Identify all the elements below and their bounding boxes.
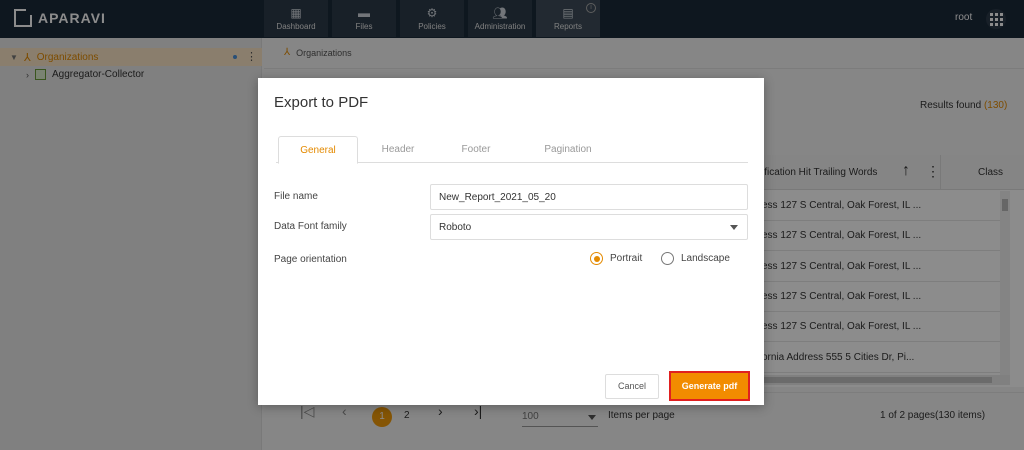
orientation-label: Page orientation	[274, 254, 347, 265]
radio-selected-icon[interactable]	[590, 252, 603, 265]
cancel-button[interactable]: Cancel	[605, 374, 659, 399]
caret-down-icon[interactable]	[730, 225, 738, 230]
export-pdf-dialog: Export to PDF General Header Footer Pagi…	[258, 78, 764, 405]
tab-footer[interactable]: Footer	[446, 136, 506, 163]
radio-unselected-icon[interactable]	[661, 252, 674, 265]
dialog-title: Export to PDF	[274, 94, 369, 111]
tab-pagination[interactable]: Pagination	[528, 136, 608, 163]
landscape-label[interactable]: Landscape	[681, 253, 730, 264]
font-family-label: Data Font family	[274, 221, 347, 232]
portrait-radio[interactable]: Portrait	[590, 252, 642, 265]
font-family-select[interactable]: Roboto	[430, 214, 748, 240]
generate-pdf-button[interactable]: Generate pdf	[669, 371, 750, 401]
tab-general[interactable]: General	[278, 136, 358, 164]
portrait-label[interactable]: Portrait	[610, 253, 642, 264]
tab-header[interactable]: Header	[368, 136, 428, 163]
file-name-label: File name	[274, 191, 318, 202]
file-name-input[interactable]: New_Report_2021_05_20	[430, 184, 748, 210]
landscape-radio[interactable]: Landscape	[661, 252, 730, 265]
dialog-tabs: General Header Footer Pagination	[276, 136, 748, 164]
